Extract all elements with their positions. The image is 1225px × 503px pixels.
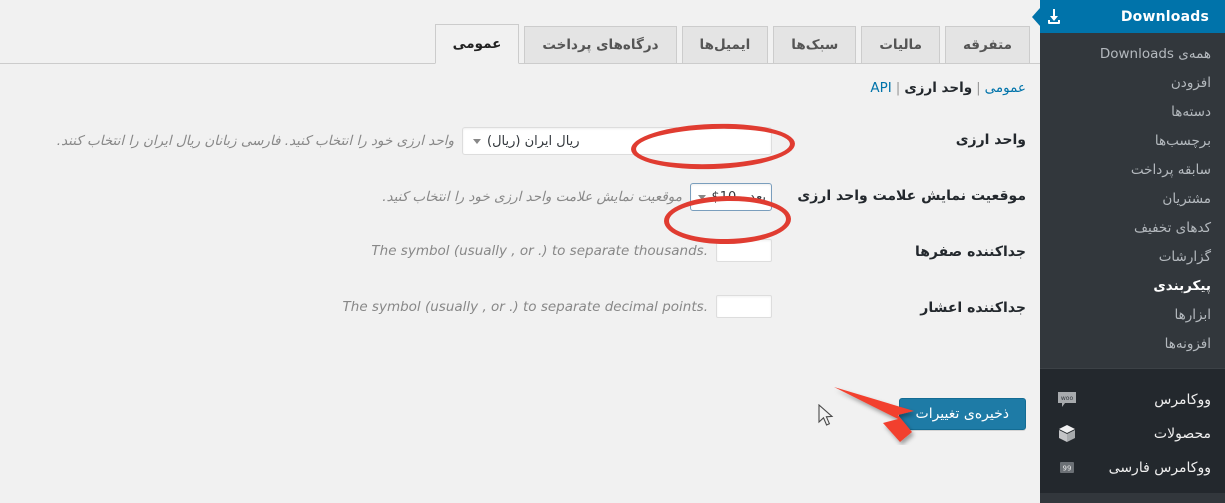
decimal-separator-input[interactable]: [716, 295, 772, 318]
sidebar-divider: [1040, 368, 1225, 377]
sidebar-item-add-new[interactable]: افزودن: [1040, 68, 1225, 97]
chevron-down-icon: [698, 194, 706, 200]
sidebar-item-tools[interactable]: ابزارها: [1040, 300, 1225, 329]
persian-99-icon: 99: [1056, 457, 1078, 479]
tab-tax[interactable]: مالیات: [861, 26, 940, 64]
subnav-separator: |: [976, 80, 981, 96]
sidebar-submenu: همه‌ی Downloads افزودن دسته‌ها برچسب‌ها …: [1040, 33, 1225, 368]
settings-tab-bar: متفرقه مالیات سبک‌ها ایمیل‌ها درگاه‌های …: [430, 24, 1030, 64]
form-row-currency: واحد ارزی ریال ایران (ریال) واحد ارزی خو…: [0, 116, 1040, 172]
admin-content: متفرقه مالیات سبک‌ها ایمیل‌ها درگاه‌های …: [0, 0, 1040, 503]
sidebar-item-reports[interactable]: گزارشات: [1040, 242, 1225, 271]
tab-label: عمومی: [452, 36, 502, 52]
field-control-thousand-separator: .The symbol (usually , or .) to separate…: [0, 228, 782, 272]
tab-label: درگاه‌های پرداخت: [542, 37, 659, 53]
tab-payment-gateways[interactable]: درگاه‌های پرداخت: [524, 26, 677, 64]
sidebar-item-categories[interactable]: دسته‌ها: [1040, 97, 1225, 126]
sidebar-item-products[interactable]: محصولات: [1040, 417, 1225, 451]
screen: متفرقه مالیات سبک‌ها ایمیل‌ها درگاه‌های …: [0, 0, 1225, 503]
sidebar-item-label: ووکامرس فارسی: [1108, 460, 1211, 476]
sidebar-item-payment-history[interactable]: سابقه پرداخت: [1040, 155, 1225, 184]
sidebar-item-label: دسته‌ها: [1171, 103, 1211, 120]
form-row-currency-position: موقعیت نمایش علامت واحد ارزی بعد - 10$ م…: [0, 172, 1040, 228]
sidebar-item-discount-codes[interactable]: کدهای تخفیف: [1040, 213, 1225, 242]
sidebar-item-settings[interactable]: پیکربندی: [1040, 271, 1225, 300]
sidebar-header-downloads[interactable]: Downloads: [1032, 0, 1225, 33]
sidebar-item-label: ووکامرس: [1154, 392, 1211, 408]
sidebar-item-label: برچسب‌ها: [1154, 132, 1211, 149]
tab-emails[interactable]: ایمیل‌ها: [681, 26, 769, 64]
currency-settings-form: واحد ارزی ریال ایران (ریال) واحد ارزی خو…: [0, 116, 1040, 340]
sidebar-item-customers[interactable]: مشتریان: [1040, 184, 1225, 213]
form-row-decimal-separator: جداکننده اعشار .The symbol (usually , or…: [0, 284, 1040, 340]
sidebar-header-title: Downloads: [1120, 8, 1209, 25]
sidebar-item-label: افزودن: [1170, 74, 1211, 91]
field-label-currency-position: موقعیت نمایش علامت واحد ارزی: [797, 188, 1026, 204]
tab-general[interactable]: عمومی: [434, 24, 520, 64]
admin-sidebar: Downloads همه‌ی Downloads افزودن دسته‌ها…: [1032, 0, 1225, 503]
sidebar-top-level-menu: ووکامرس woo محصولات ووکامرس فارسی 99: [1040, 377, 1225, 493]
sidebar-item-label: گزارشات: [1158, 248, 1211, 265]
field-label-currency: واحد ارزی: [955, 132, 1026, 148]
subnav-item-api[interactable]: API: [870, 80, 891, 96]
sidebar-item-label: همه‌ی Downloads: [1099, 45, 1211, 62]
sub-navigation: عمومی|واحد ارزی|API: [870, 80, 1026, 96]
tab-styles[interactable]: سبک‌ها: [773, 26, 857, 64]
tab-misc[interactable]: متفرقه: [944, 26, 1030, 64]
currency-select-value: ریال ایران (ریال): [487, 133, 580, 149]
field-description-decimal-separator: .The symbol (usually , or .) to separate…: [342, 298, 708, 315]
svg-text:woo: woo: [1061, 395, 1074, 402]
sidebar-item-label: کدهای تخفیف: [1134, 219, 1211, 236]
sidebar-item-woocommerce[interactable]: ووکامرس woo: [1040, 383, 1225, 417]
currency-position-select[interactable]: بعد - 10$: [690, 183, 772, 211]
chevron-down-icon: [473, 138, 481, 144]
subnav-item-currency[interactable]: واحد ارزی: [904, 80, 972, 96]
form-row-thousand-separator: جداکننده صفرها .The symbol (usually , or…: [0, 228, 1040, 284]
sidebar-item-tags[interactable]: برچسب‌ها: [1040, 126, 1225, 155]
tab-label: متفرقه: [962, 37, 1012, 53]
sidebar-item-label: محصولات: [1153, 426, 1211, 442]
sidebar-item-label: پیکربندی: [1153, 277, 1211, 294]
sidebar-item-label: سابقه پرداخت: [1130, 161, 1211, 178]
save-changes-button[interactable]: ذخیره‌ی تغییرات: [898, 398, 1026, 430]
subnav-item-general[interactable]: عمومی: [985, 80, 1026, 96]
tab-label: مالیات: [879, 37, 922, 53]
field-description-currency-position: موقعیت نمایش علامت واحد ارزی خود را انتخ…: [382, 189, 682, 205]
thousand-separator-input[interactable]: [716, 239, 772, 262]
field-control-decimal-separator: .The symbol (usually , or .) to separate…: [0, 284, 782, 328]
field-control-currency-position: بعد - 10$ موقعیت نمایش علامت واحد ارزی خ…: [0, 172, 782, 221]
currency-position-select-value: بعد - 10$: [711, 189, 767, 205]
tab-label: سبک‌ها: [791, 37, 839, 53]
field-description-thousand-separator: .The symbol (usually , or .) to separate…: [371, 242, 708, 259]
field-label-decimal-separator: جداکننده اعشار: [920, 300, 1026, 316]
box-icon: [1056, 423, 1078, 445]
svg-text:99: 99: [1063, 465, 1072, 473]
field-description-currency: واحد ارزی خود را انتخاب کنید. فارسی زبان…: [56, 133, 454, 149]
sidebar-item-label: ابزارها: [1174, 306, 1211, 323]
sidebar-item-label: افزونه‌ها: [1164, 335, 1211, 352]
submit-area: ذخیره‌ی تغییرات: [0, 398, 1040, 430]
woo-bubble-icon: woo: [1056, 389, 1078, 411]
sidebar-item-all-downloads[interactable]: همه‌ی Downloads: [1040, 39, 1225, 68]
sidebar-item-label: مشتریان: [1162, 190, 1211, 207]
tab-label: ایمیل‌ها: [699, 37, 751, 53]
field-control-currency: ریال ایران (ریال) واحد ارزی خود را انتخا…: [0, 116, 782, 165]
subnav-separator: |: [895, 80, 901, 96]
download-icon: [1048, 8, 1060, 24]
sidebar-item-woocommerce-persian[interactable]: ووکامرس فارسی 99: [1040, 451, 1225, 485]
sidebar-item-extensions[interactable]: افزونه‌ها: [1040, 329, 1225, 358]
field-label-thousand-separator: جداکننده صفرها: [914, 244, 1026, 260]
currency-select[interactable]: ریال ایران (ریال): [462, 127, 772, 155]
